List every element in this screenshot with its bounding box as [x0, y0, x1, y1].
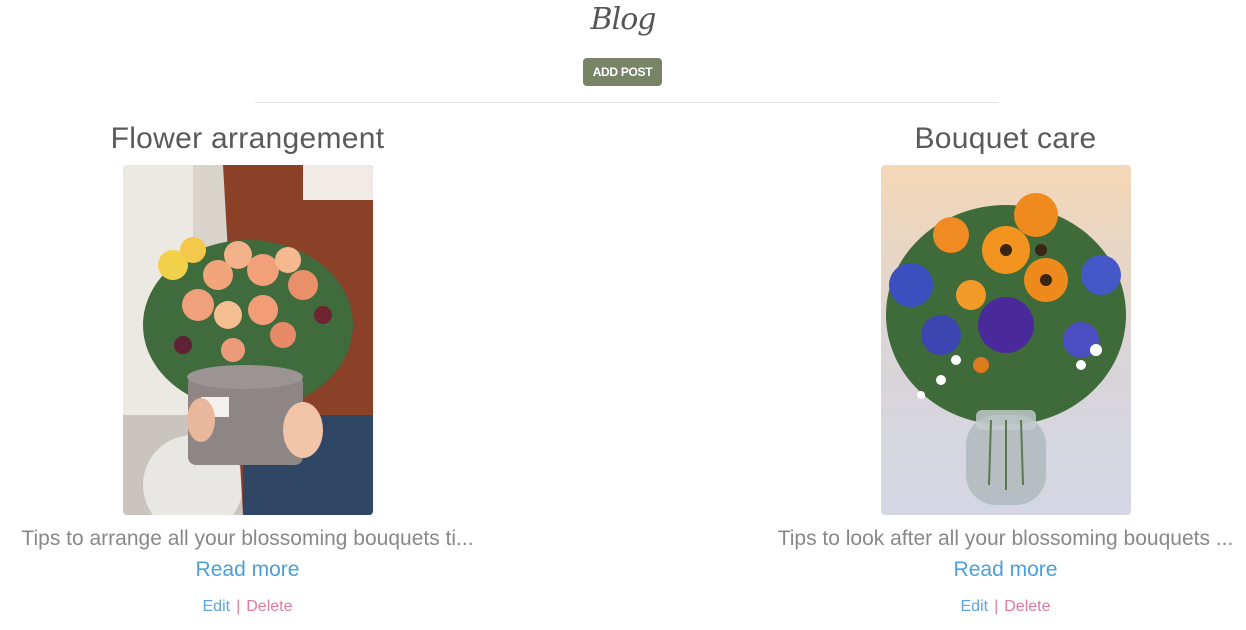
action-separator: |	[236, 598, 241, 615]
post-image[interactable]	[880, 165, 1131, 515]
post-excerpt: Tips to arrange all your blossoming bouq…	[21, 527, 474, 550]
read-more-link[interactable]: Read more	[196, 555, 300, 585]
edit-link[interactable]: Edit	[203, 598, 231, 615]
post-image[interactable]	[122, 165, 373, 515]
edit-link[interactable]: Edit	[961, 598, 989, 615]
post-title: Bouquet care	[914, 122, 1097, 155]
delete-link[interactable]: Delete	[1004, 598, 1050, 615]
add-post-button[interactable]: ADD POST	[583, 58, 662, 86]
page-title: Blog	[590, 2, 657, 37]
read-more-link[interactable]: Read more	[954, 555, 1058, 585]
post-excerpt: Tips to look after all your blossoming b…	[777, 527, 1234, 550]
post-card: Flower arrangement Tips to arrange all y…	[0, 118, 495, 617]
post-actions: Edit | Delete	[758, 597, 1246, 617]
post-title: Flower arrangement	[110, 122, 385, 155]
delete-link[interactable]: Delete	[246, 598, 292, 615]
action-separator: |	[994, 598, 999, 615]
post-actions: Edit | Delete	[0, 597, 495, 617]
post-card: Bouquet care Tips to look after all your…	[758, 118, 1246, 617]
header-divider	[255, 102, 998, 103]
